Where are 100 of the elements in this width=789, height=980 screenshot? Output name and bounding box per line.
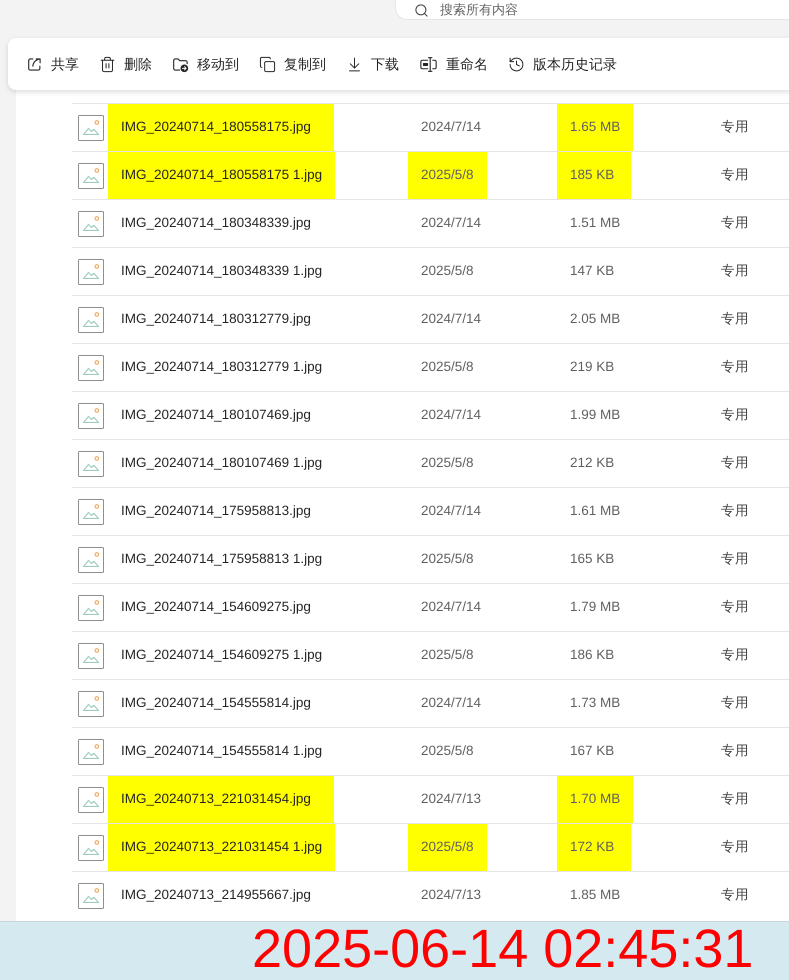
sharing-status: 专用: [721, 166, 749, 184]
file-name: IMG_20240714_154609275.jpg: [120, 598, 312, 616]
image-file-icon: [78, 834, 104, 860]
file-size: 1.51 MB: [569, 214, 622, 232]
file-name: IMG_20240714_154555814.jpg: [120, 694, 312, 712]
sharing-status: 专用: [721, 790, 749, 808]
sharing-status: 专用: [721, 406, 749, 424]
file-name: IMG_20240714_180107469 1.jpg: [120, 454, 324, 472]
file-size: 167 KB: [569, 742, 616, 760]
modified-date: 2024/7/13: [420, 886, 482, 904]
sharing-status: 专用: [721, 694, 749, 712]
modified-date: 2024/7/14: [420, 694, 482, 712]
file-size: 1.99 MB: [569, 406, 622, 424]
search-field[interactable]: 搜索所有内容: [395, 0, 789, 20]
file-size: 1.61 MB: [569, 502, 622, 520]
file-size: 172 KB: [557, 824, 631, 871]
sharing-status: 专用: [721, 550, 749, 568]
file-name: IMG_20240714_180348339 1.jpg: [120, 262, 324, 280]
image-file-icon: [78, 354, 104, 380]
image-file-icon: [78, 498, 104, 524]
modified-date: 2024/7/14: [420, 118, 482, 136]
file-name: IMG_20240714_180312779.jpg: [120, 310, 312, 328]
file-name: IMG_20240714_175958813.jpg: [120, 502, 312, 520]
image-file-icon: [78, 882, 104, 908]
file-size: 1.65 MB: [557, 104, 634, 151]
modified-date: 2025/5/8: [420, 358, 475, 376]
sharing-status: 专用: [721, 454, 749, 472]
file-size: 1.73 MB: [569, 694, 622, 712]
sharing-status: 专用: [721, 214, 749, 232]
sharing-status: 专用: [721, 358, 749, 376]
image-file-icon: [78, 306, 104, 332]
image-file-icon: [78, 114, 104, 140]
file-size: 2.05 MB: [569, 310, 622, 328]
modified-date: 2024/7/14: [420, 598, 482, 616]
file-size: 1.85 MB: [569, 886, 622, 904]
copy-button[interactable]: 复制到: [251, 48, 334, 80]
file-name: IMG_20240714_180107469.jpg: [120, 406, 312, 424]
modified-date: 2025/5/8: [420, 742, 475, 760]
file-name: IMG_20240714_180348339.jpg: [120, 214, 312, 232]
modified-date: 2025/5/8: [420, 262, 475, 280]
file-name: IMG_20240713_221031454.jpg: [108, 776, 334, 823]
file-name: IMG_20240714_175958813 1.jpg: [120, 550, 324, 568]
file-name: IMG_20240714_180312779 1.jpg: [120, 358, 324, 376]
image-file-icon: [78, 546, 104, 572]
file-name: IMG_20240713_214955667.jpg: [120, 886, 312, 904]
image-file-icon: [78, 162, 104, 188]
image-file-icon: [78, 594, 104, 620]
file-name: IMG_20240713_221031454 1.jpg: [108, 824, 336, 871]
file-size: 186 KB: [569, 646, 616, 664]
file-name: IMG_20240714_180558175 1.jpg: [108, 152, 336, 199]
history-icon: [508, 56, 525, 72]
sharing-status: 专用: [721, 742, 749, 760]
file-name: IMG_20240714_154609275 1.jpg: [120, 646, 324, 664]
copy-icon: [259, 56, 276, 72]
file-size: 219 KB: [569, 358, 616, 376]
modified-date: 2024/7/14: [420, 310, 482, 328]
image-file-icon: [78, 210, 104, 236]
image-file-icon: [78, 258, 104, 284]
image-file-icon: [78, 786, 104, 812]
file-name: IMG_20240714_154555814 1.jpg: [120, 742, 324, 760]
trash-icon: [99, 56, 116, 72]
share-icon: [26, 56, 43, 72]
file-size: 1.70 MB: [557, 776, 634, 823]
modified-date: 2025/5/8: [420, 454, 475, 472]
modified-date: 2024/7/14: [420, 406, 482, 424]
modified-date: 2025/5/8: [408, 824, 487, 871]
share-button[interactable]: 共享: [18, 48, 87, 80]
file-name: IMG_20240714_180558175.jpg: [108, 104, 334, 151]
timestamp-overlay: 2025-06-14 02:45:31: [252, 923, 754, 975]
delete-button[interactable]: 删除: [91, 48, 160, 80]
modified-date: 2025/5/8: [420, 646, 475, 664]
download-icon: [346, 56, 363, 72]
search-icon: [414, 3, 429, 18]
image-file-icon: [78, 450, 104, 476]
modified-date: 2024/7/14: [420, 214, 482, 232]
sharing-status: 专用: [721, 598, 749, 616]
image-file-icon: [78, 738, 104, 764]
sharing-status: 专用: [721, 262, 749, 280]
sharing-status: 专用: [721, 838, 749, 856]
rename-button[interactable]: 重命名: [411, 48, 496, 80]
modified-date: 2024/7/13: [420, 790, 482, 808]
file-size: 165 KB: [569, 550, 616, 568]
sharing-status: 专用: [721, 118, 749, 136]
modified-date: 2025/5/8: [408, 152, 487, 199]
image-file-icon: [78, 690, 104, 716]
sharing-status: 专用: [721, 646, 749, 664]
modified-date: 2024/7/14: [420, 502, 482, 520]
modified-date: 2025/5/8: [420, 550, 475, 568]
download-button[interactable]: 下载: [338, 48, 407, 80]
image-file-icon: [78, 642, 104, 668]
file-size: 212 KB: [569, 454, 616, 472]
sharing-status: 专用: [721, 502, 749, 520]
file-size: 1.79 MB: [569, 598, 622, 616]
move-button[interactable]: 移动到: [164, 48, 247, 80]
image-file-icon: [78, 402, 104, 428]
folder-arrow-icon: [172, 56, 189, 72]
file-size: 147 KB: [569, 262, 616, 280]
sharing-status: 专用: [721, 886, 749, 904]
sharing-status: 专用: [721, 310, 749, 328]
history-button[interactable]: 版本历史记录: [500, 48, 625, 80]
